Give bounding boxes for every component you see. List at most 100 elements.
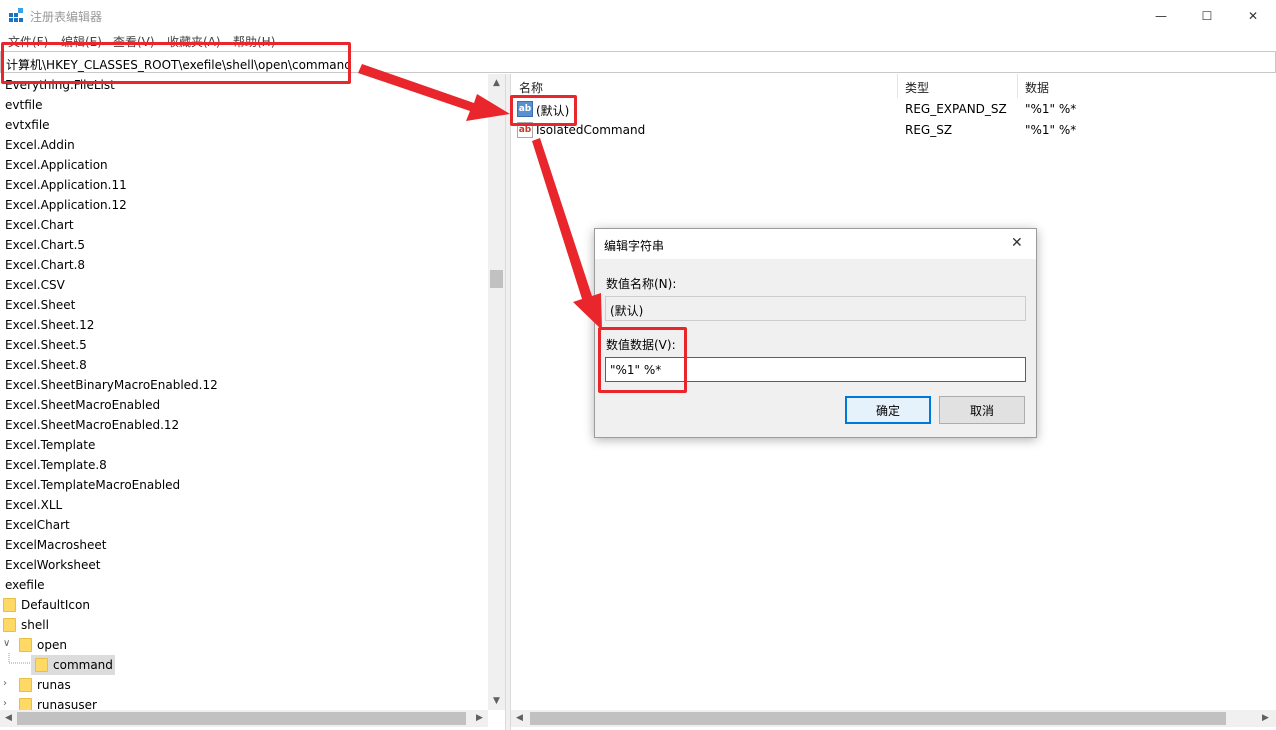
- tree-item-label: ExcelChart: [5, 518, 70, 532]
- value-row[interactable]: ab (默认) REG_EXPAND_SZ "%1" %*: [511, 99, 1276, 120]
- column-header-data[interactable]: 数据: [1025, 79, 1049, 96]
- column-separator[interactable]: [897, 74, 898, 98]
- tree-item[interactable]: ExcelWorksheet: [0, 555, 488, 575]
- value-type: REG_SZ: [905, 123, 953, 137]
- tree-item-label: Excel.Application: [5, 158, 108, 172]
- tree-item[interactable]: Excel.Chart.5: [0, 235, 488, 255]
- expanded-chevron-icon[interactable]: ∨: [3, 638, 13, 649]
- value-name: (默认): [536, 104, 570, 118]
- tree-item[interactable]: ExcelChart: [0, 515, 488, 535]
- collapsed-chevron-icon[interactable]: ›: [3, 698, 13, 709]
- tree-item-label: Excel.Sheet.12: [5, 318, 95, 332]
- folder-icon: [3, 618, 16, 632]
- tree-item[interactable]: shell: [0, 615, 488, 635]
- scroll-right-icon[interactable]: ▶: [1257, 713, 1274, 723]
- tree-item[interactable]: evtfile: [0, 95, 488, 115]
- tree-item-label: evtfile: [5, 98, 43, 112]
- close-icon[interactable]: ✕: [1011, 235, 1023, 251]
- close-button[interactable]: ✕: [1230, 0, 1276, 31]
- value-data-field[interactable]: "%1" %*: [605, 357, 1026, 382]
- ok-button[interactable]: 确定: [845, 396, 931, 424]
- scroll-left-icon[interactable]: ◀: [0, 713, 17, 723]
- scroll-right-icon[interactable]: ▶: [471, 713, 488, 723]
- minimize-button[interactable]: —: [1138, 0, 1184, 31]
- column-header-name[interactable]: 名称: [519, 79, 543, 96]
- value-name-label: 数值名称(N):: [606, 277, 677, 291]
- tree-item[interactable]: Excel.XLL: [0, 495, 488, 515]
- value-row[interactable]: ab IsolatedCommand REG_SZ "%1" %*: [511, 120, 1276, 141]
- scroll-thumb[interactable]: [530, 712, 1226, 725]
- tree-item-label: Excel.Application.12: [5, 198, 127, 212]
- tree-item-label: ExcelWorksheet: [5, 558, 101, 572]
- tree-item-label: Excel.Chart.5: [5, 238, 86, 252]
- window-title: 注册表编辑器: [30, 10, 103, 24]
- scroll-left-icon[interactable]: ◀: [511, 713, 528, 723]
- scroll-thumb[interactable]: [17, 712, 466, 725]
- value-name: IsolatedCommand: [536, 123, 646, 137]
- registry-app-icon: [9, 8, 23, 22]
- tree-item[interactable]: Excel.SheetMacroEnabled: [0, 395, 488, 415]
- menu-view[interactable]: 查看(V): [113, 33, 155, 50]
- tree-item[interactable]: Excel.Chart: [0, 215, 488, 235]
- tree-item[interactable]: Excel.SheetMacroEnabled.12: [0, 415, 488, 435]
- value-data-label: 数值数据(V):: [606, 338, 676, 352]
- tree-item[interactable]: Everything.FileList: [0, 74, 488, 94]
- tree-item[interactable]: Excel.SheetBinaryMacroEnabled.12: [0, 375, 488, 395]
- close-icon: ✕: [1247, 8, 1259, 23]
- address-path: 计算机\HKEY_CLASSES_ROOT\exefile\shell\open…: [6, 58, 352, 72]
- tree-item-label: open: [37, 638, 67, 652]
- tree-item[interactable]: evtxfile: [0, 115, 488, 135]
- tree-item[interactable]: Excel.Template: [0, 435, 488, 455]
- minimize-icon: —: [1155, 8, 1167, 23]
- tree-vertical-scrollbar[interactable]: ▲ ▼: [488, 74, 505, 710]
- scroll-thumb[interactable]: [490, 270, 503, 288]
- menu-favorites[interactable]: 收藏夹(A): [167, 33, 221, 50]
- address-bar[interactable]: 计算机\HKEY_CLASSES_ROOT\exefile\shell\open…: [0, 51, 1276, 73]
- tree-horizontal-scrollbar[interactable]: ◀ ▶: [0, 710, 488, 727]
- value-name-text: (默认): [610, 304, 644, 318]
- tree-item[interactable]: DefaultIcon: [0, 595, 488, 615]
- tree-item-label: Excel.Application.11: [5, 178, 127, 192]
- column-header-type[interactable]: 类型: [905, 79, 929, 96]
- column-separator[interactable]: [1017, 74, 1018, 98]
- tree-item[interactable]: Excel.Application.12: [0, 195, 488, 215]
- cancel-button[interactable]: 取消: [939, 396, 1025, 424]
- tree-item-label: Excel.Sheet.5: [5, 338, 87, 352]
- tree-connector-line: [8, 653, 30, 664]
- list-horizontal-scrollbar[interactable]: ◀ ▶: [511, 710, 1276, 727]
- tree-item[interactable]: Excel.Application: [0, 155, 488, 175]
- tree-item[interactable]: Excel.Addin: [0, 135, 488, 155]
- folder-icon: [19, 678, 32, 692]
- menu-file[interactable]: 文件(F): [8, 33, 48, 50]
- menu-help[interactable]: 帮助(H): [233, 33, 275, 50]
- tree-item[interactable]: ∨ open: [0, 635, 488, 655]
- string-value-icon: ab: [517, 122, 533, 138]
- tree-item[interactable]: Excel.Sheet.12: [0, 315, 488, 335]
- scroll-up-icon[interactable]: ▲: [488, 78, 505, 88]
- tree-item[interactable]: Excel.Application.11: [0, 175, 488, 195]
- scroll-down-icon[interactable]: ▼: [488, 696, 505, 706]
- tree-item-label: shell: [21, 618, 49, 632]
- title-bar: 注册表编辑器 — ☐ ✕: [0, 0, 1276, 31]
- tree-item[interactable]: Excel.TemplateMacroEnabled: [0, 475, 488, 495]
- maximize-button[interactable]: ☐: [1184, 0, 1230, 31]
- tree-item[interactable]: Excel.Sheet.5: [0, 335, 488, 355]
- tree-item[interactable]: › runas: [0, 675, 488, 695]
- value-data: "%1" %*: [1025, 123, 1077, 137]
- tree-item[interactable]: Excel.Template.8: [0, 455, 488, 475]
- menu-edit[interactable]: 编辑(E): [61, 33, 102, 50]
- tree-item-label: Excel.CSV: [5, 278, 65, 292]
- tree-item[interactable]: Excel.Chart.8: [0, 255, 488, 275]
- tree-item[interactable]: Excel.Sheet: [0, 295, 488, 315]
- tree-item[interactable]: Excel.Sheet.8: [0, 355, 488, 375]
- tree-item[interactable]: ExcelMacrosheet: [0, 535, 488, 555]
- string-value-icon: ab: [517, 101, 533, 117]
- tree-item-label: Excel.Addin: [5, 138, 75, 152]
- collapsed-chevron-icon[interactable]: ›: [3, 678, 13, 689]
- tree-item-selected[interactable]: command: [0, 653, 488, 675]
- tree-item[interactable]: exefile: [0, 575, 488, 595]
- tree-item[interactable]: Excel.CSV: [0, 275, 488, 295]
- tree-item-label: Excel.Template: [5, 438, 96, 452]
- tree-item-label: Excel.Template.8: [5, 458, 107, 472]
- value-name-field: (默认): [605, 296, 1026, 321]
